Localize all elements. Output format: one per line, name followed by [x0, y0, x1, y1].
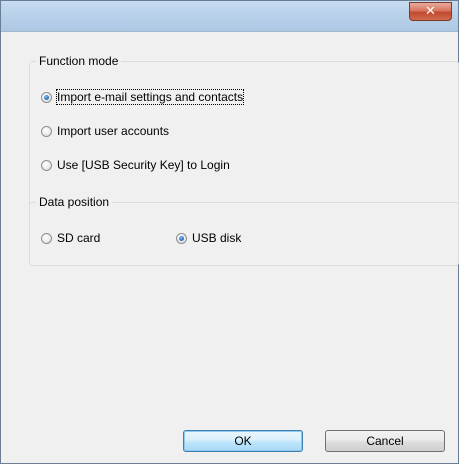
radio-button-usb-security-key[interactable]: [41, 159, 52, 171]
title-bar[interactable]: ✕: [1, 1, 458, 32]
radio-button-import-users[interactable]: [41, 125, 52, 137]
dialog-body: Function mode Import e-mail settings and…: [9, 32, 459, 454]
cancel-button-label: Cancel: [366, 434, 404, 448]
radio-label-import-email: Import e-mail settings and contacts: [55, 89, 245, 105]
radio-label-usb-security-key: Use [USB Security Key] to Login: [57, 158, 230, 172]
ok-button[interactable]: OK: [183, 430, 303, 452]
radio-label-usb-disk: USB disk: [192, 231, 242, 245]
close-button[interactable]: ✕: [409, 2, 452, 21]
radio-button-usb-disk[interactable]: [176, 232, 187, 244]
data-position-title: Data position: [36, 195, 113, 209]
radio-usb-disk[interactable]: USB disk: [176, 229, 241, 247]
function-mode-title: Function mode: [36, 54, 122, 68]
dialog-window: ✕ Function mode Import e-mail settings a…: [0, 0, 459, 464]
radio-import-email[interactable]: Import e-mail settings and contacts: [41, 88, 245, 106]
ok-button-label: OK: [234, 434, 252, 448]
close-icon: ✕: [425, 4, 436, 19]
radio-button-import-email[interactable]: [41, 91, 52, 103]
radio-usb-security-key[interactable]: Use [USB Security Key] to Login: [41, 156, 230, 174]
radio-import-users[interactable]: Import user accounts: [41, 122, 169, 140]
data-position-group: Data position SD card USB disk: [29, 195, 459, 266]
radio-sd-card[interactable]: SD card: [41, 229, 100, 247]
radio-button-sd-card[interactable]: [41, 232, 52, 244]
radio-label-import-users: Import user accounts: [57, 124, 170, 138]
function-mode-group: Function mode Import e-mail settings and…: [29, 54, 459, 214]
radio-label-sd-card: SD card: [57, 231, 101, 245]
cancel-button[interactable]: Cancel: [325, 430, 445, 452]
